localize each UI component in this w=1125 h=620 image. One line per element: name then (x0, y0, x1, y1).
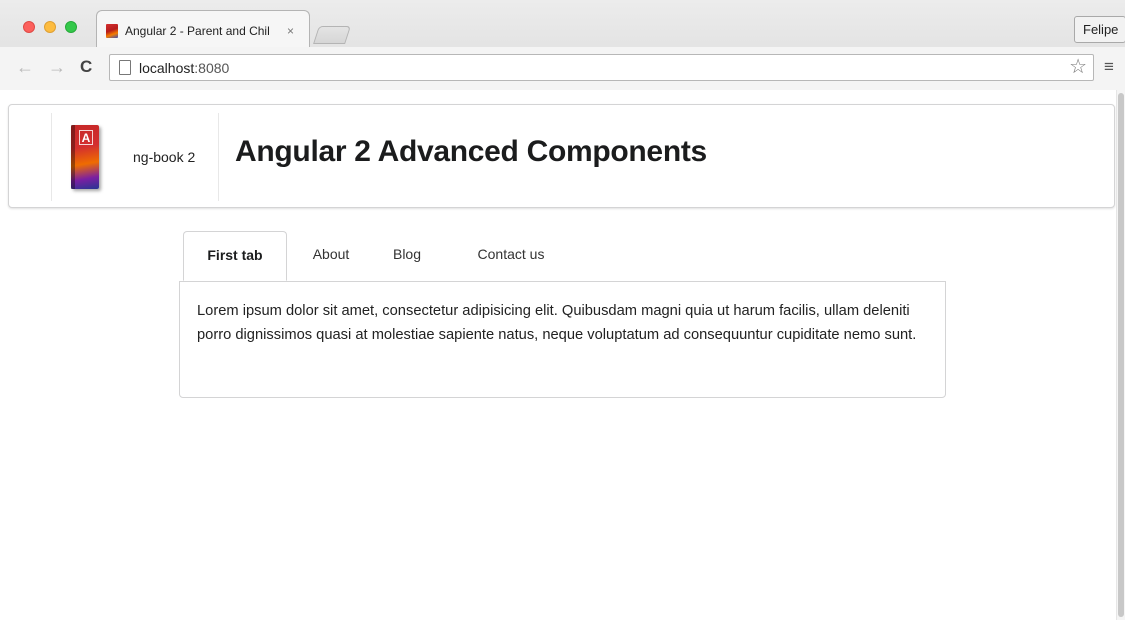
scrollbar-thumb[interactable] (1118, 93, 1124, 617)
vertical-scrollbar[interactable] (1116, 90, 1125, 620)
app-header: A ng-book 2 Angular 2 Advanced Component… (8, 104, 1115, 208)
url-port: :8080 (194, 60, 230, 76)
page-viewport: A ng-book 2 Angular 2 Advanced Component… (0, 90, 1125, 620)
tab-content-panel: Lorem ipsum dolor sit amet, consectetur … (179, 281, 946, 398)
brand-name: ng-book 2 (133, 149, 196, 165)
new-tab-button[interactable] (313, 26, 351, 44)
url-text[interactable]: localhost:8080 (139, 60, 229, 76)
tab-content-text: Lorem ipsum dolor sit amet, consectetur … (197, 303, 917, 343)
browser-tab-content[interactable]: Angular 2 - Parent and Chil × (106, 14, 302, 48)
star-icon[interactable]: ☆ (1069, 57, 1087, 77)
hamburger-menu-icon[interactable]: ≡ (1104, 58, 1114, 76)
reload-icon[interactable]: C (80, 56, 92, 78)
arrow-right-icon[interactable]: → (48, 56, 66, 78)
window-zoom-button[interactable] (65, 21, 77, 33)
url-host: localhost (139, 60, 195, 76)
page-title: Angular 2 Advanced Components (235, 135, 707, 168)
book-cover-spine (71, 125, 75, 189)
browser-tab-title: Angular 2 - Parent and Chil (125, 24, 270, 38)
browser-chrome: Angular 2 - Parent and Chil × Felipe ← →… (0, 0, 1125, 90)
profile-button[interactable]: Felipe (1074, 16, 1125, 43)
tab-contact-us[interactable]: Contact us (463, 231, 559, 281)
tab-about[interactable]: About (297, 231, 365, 281)
tab-close-icon[interactable]: × (287, 24, 294, 38)
tab-bar: First tab About Blog Contact us (179, 231, 946, 281)
tab-blog[interactable]: Blog (384, 231, 430, 281)
brand[interactable]: A ng-book 2 (51, 113, 219, 201)
window-minimize-button[interactable] (44, 21, 56, 33)
address-bar[interactable]: localhost:8080 ☆ (109, 54, 1094, 81)
arrow-left-icon[interactable]: ← (16, 56, 34, 78)
window-close-button[interactable] (23, 21, 35, 33)
page-icon (119, 60, 131, 75)
book-cover-logo: A (71, 125, 101, 189)
favicon-icon (106, 24, 118, 38)
angular-logo-icon: A (79, 130, 93, 145)
tab-first-tab[interactable]: First tab (183, 231, 287, 281)
